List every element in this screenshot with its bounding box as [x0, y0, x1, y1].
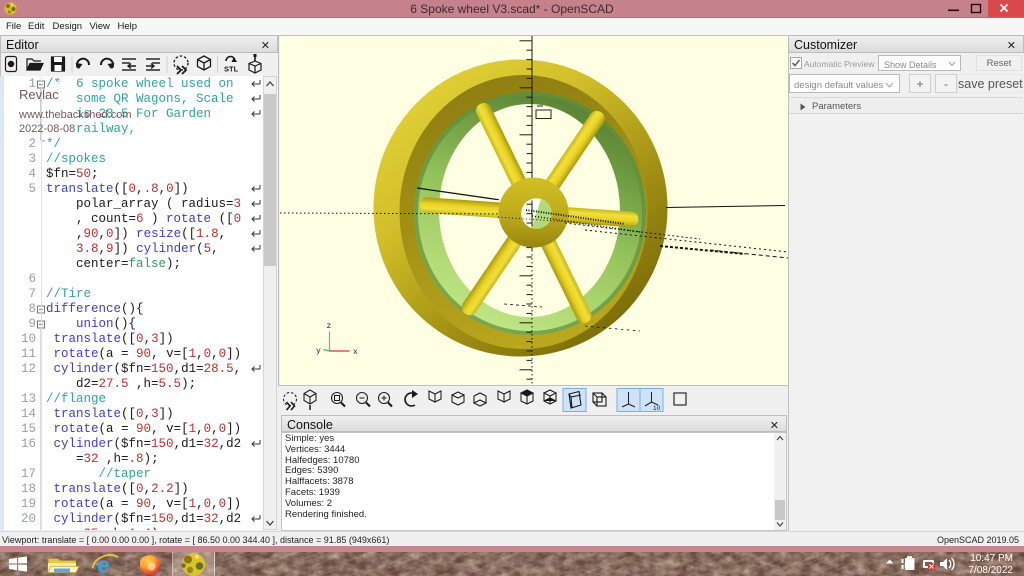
svg-text:10: 10	[653, 405, 661, 412]
svg-text:STL: STL	[224, 65, 239, 74]
svg-text:x: x	[353, 348, 358, 357]
svg-text:z: z	[327, 322, 332, 331]
svg-text:y: y	[316, 347, 321, 356]
